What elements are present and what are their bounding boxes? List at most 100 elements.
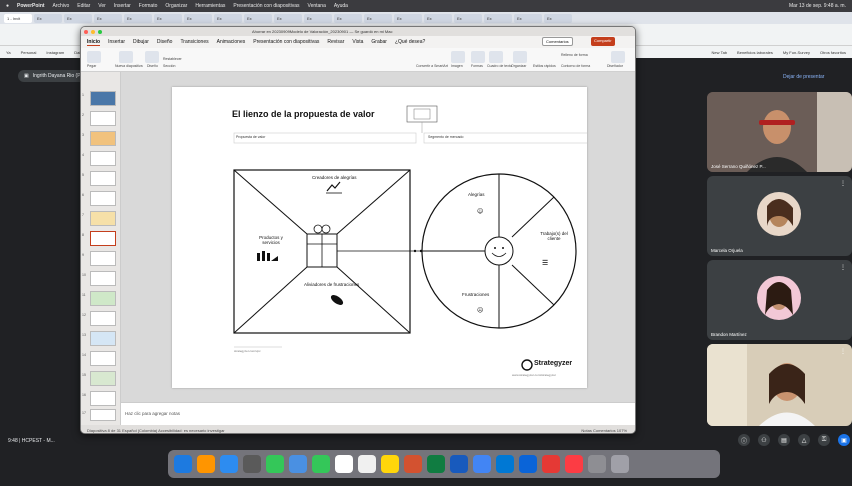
- participant-tile[interactable]: ⋮ Brandon Martínez: [707, 260, 852, 340]
- browser-tab[interactable]: Ex: [94, 13, 122, 23]
- ribbon-label[interactable]: Convertir a SmartArt: [416, 64, 448, 68]
- apple-icon[interactable]: ●: [6, 3, 9, 9]
- slide-thumbnail[interactable]: [90, 271, 116, 286]
- participant-tile[interactable]: José Serrano Quiñónez P...: [707, 92, 852, 172]
- slide-thumbnail[interactable]: [90, 391, 116, 406]
- menubar-app[interactable]: PowerPoint: [17, 3, 45, 9]
- powerpoint-icon[interactable]: [404, 455, 422, 473]
- present-icon[interactable]: ▣: [838, 434, 850, 446]
- app-icon[interactable]: [542, 455, 560, 473]
- status-right[interactable]: Notas Comentarios 107%: [581, 428, 627, 433]
- finder-icon[interactable]: [174, 455, 192, 473]
- bookmark[interactable]: Otros favoritos: [820, 50, 846, 55]
- slide-thumbnail[interactable]: [90, 151, 116, 166]
- outlook-icon[interactable]: [496, 455, 514, 473]
- safari-icon[interactable]: [220, 455, 238, 473]
- browser-tab[interactable]: Ex: [274, 13, 302, 23]
- bookmark[interactable]: New Tab: [712, 50, 728, 55]
- ribbon-label[interactable]: Relleno de forma: [561, 53, 588, 57]
- stop-presenting-button[interactable]: Dejar de presentar: [783, 74, 824, 80]
- browser-tab[interactable]: Ex: [304, 13, 332, 23]
- tab-insert[interactable]: Insertar: [108, 39, 125, 45]
- slide-thumbnail[interactable]: [90, 409, 116, 421]
- word-icon[interactable]: [450, 455, 468, 473]
- reminders-icon[interactable]: [358, 455, 376, 473]
- more-options-icon[interactable]: ⋮: [840, 348, 846, 355]
- bookmark[interactable]: Ya: [6, 50, 11, 55]
- tab-review[interactable]: Revisar: [327, 39, 344, 45]
- chrome-icon[interactable]: [473, 455, 491, 473]
- menu-window[interactable]: Ventana: [308, 3, 326, 9]
- menu-file[interactable]: Archivo: [53, 3, 70, 9]
- facetime-icon[interactable]: [312, 455, 330, 473]
- bookmark[interactable]: Beneficios laborales: [737, 50, 773, 55]
- menu-edit[interactable]: Editar: [77, 3, 90, 9]
- browser-tab[interactable]: Ex: [124, 13, 152, 23]
- notes-icon[interactable]: [381, 455, 399, 473]
- music-icon[interactable]: [565, 455, 583, 473]
- chat-icon[interactable]: ▤: [778, 434, 790, 446]
- browser-tab[interactable]: Ex: [244, 13, 272, 23]
- more-options-icon[interactable]: ⋮: [840, 180, 846, 187]
- excel-icon[interactable]: [427, 455, 445, 473]
- paste-icon[interactable]: [87, 51, 101, 63]
- browser-tab[interactable]: Ex: [394, 13, 422, 23]
- tab-draw[interactable]: Dibujar: [133, 39, 149, 45]
- people-icon[interactable]: ⚇: [758, 434, 770, 446]
- minimize-window-icon[interactable]: [91, 29, 95, 34]
- browser-tab[interactable]: Ex: [184, 13, 212, 23]
- maximize-window-icon[interactable]: [98, 29, 102, 34]
- slide-thumbnail[interactable]: [90, 291, 116, 306]
- browser-tab[interactable]: Ex: [214, 13, 242, 23]
- browser-tab[interactable]: Ex: [364, 13, 392, 23]
- slide-thumbnail[interactable]: [90, 251, 116, 266]
- bookmark[interactable]: My Fun-Survey: [783, 50, 810, 55]
- participant-tile[interactable]: ⋮: [707, 344, 852, 426]
- app-icon[interactable]: [588, 455, 606, 473]
- menu-view[interactable]: Ver: [98, 3, 106, 9]
- browser-tab[interactable]: Ex: [454, 13, 482, 23]
- arrange-icon[interactable]: [513, 51, 527, 63]
- notes-pane[interactable]: Haz clic para agregar notas: [121, 402, 635, 425]
- ribbon-label[interactable]: Restablecer: [163, 57, 182, 61]
- browser-tab[interactable]: Ex: [334, 13, 362, 23]
- browser-tab[interactable]: Ex: [34, 13, 62, 23]
- menubar-clock[interactable]: Mar 13 de sep. 9:48 a. m.: [789, 3, 846, 9]
- tell-me-search[interactable]: ¿Qué desea?: [395, 39, 425, 45]
- close-window-icon[interactable]: [84, 29, 88, 34]
- browser-tab[interactable]: Ex: [154, 13, 182, 23]
- browser-tab[interactable]: 1 - Invit: [4, 13, 32, 23]
- picture-icon[interactable]: [451, 51, 465, 63]
- app-icon[interactable]: [519, 455, 537, 473]
- tab-design[interactable]: Diseño: [157, 39, 173, 45]
- menu-arrange[interactable]: Organizar: [165, 3, 187, 9]
- browser-tab[interactable]: Ex: [64, 13, 92, 23]
- menu-insert[interactable]: Insertar: [114, 3, 131, 9]
- slide-thumbnail[interactable]: [90, 91, 116, 106]
- slide-thumbnail-selected[interactable]: [90, 231, 116, 246]
- calendar-icon[interactable]: [335, 455, 353, 473]
- tab-slideshow[interactable]: Presentación con diapositivas: [253, 39, 319, 45]
- participant-tile[interactable]: ⋮ Marcela Orjuela: [707, 176, 852, 256]
- menu-help[interactable]: Ayuda: [334, 3, 348, 9]
- slide-thumbnail[interactable]: [90, 171, 116, 186]
- layout-icon[interactable]: [145, 51, 159, 63]
- slide-thumbnail[interactable]: [90, 211, 116, 226]
- tab-view[interactable]: Vista: [352, 39, 363, 45]
- menu-slideshow[interactable]: Presentación con diapositivas: [233, 3, 299, 9]
- browser-tab[interactable]: Ex: [514, 13, 542, 23]
- menu-format[interactable]: Formato: [139, 3, 158, 9]
- ribbon-label[interactable]: Sección: [163, 64, 175, 68]
- more-options-icon[interactable]: ⋮: [840, 264, 846, 271]
- slide-thumbnail[interactable]: [90, 191, 116, 206]
- tab-transitions[interactable]: Transiciones: [180, 39, 208, 45]
- share-button[interactable]: Compartir: [591, 37, 615, 46]
- slide[interactable]: El lienzo de la propuesta de valor ☺ ☹ ☰…: [172, 87, 587, 388]
- slide-thumbnail[interactable]: [90, 111, 116, 126]
- comments-button[interactable]: Comentarios: [542, 37, 573, 46]
- shapes-icon[interactable]: [471, 51, 485, 63]
- trash-icon[interactable]: [611, 455, 629, 473]
- messages-icon[interactable]: [266, 455, 284, 473]
- ribbon-label[interactable]: Estilos rápidos: [533, 64, 556, 68]
- tab-animations[interactable]: Animaciones: [217, 39, 246, 45]
